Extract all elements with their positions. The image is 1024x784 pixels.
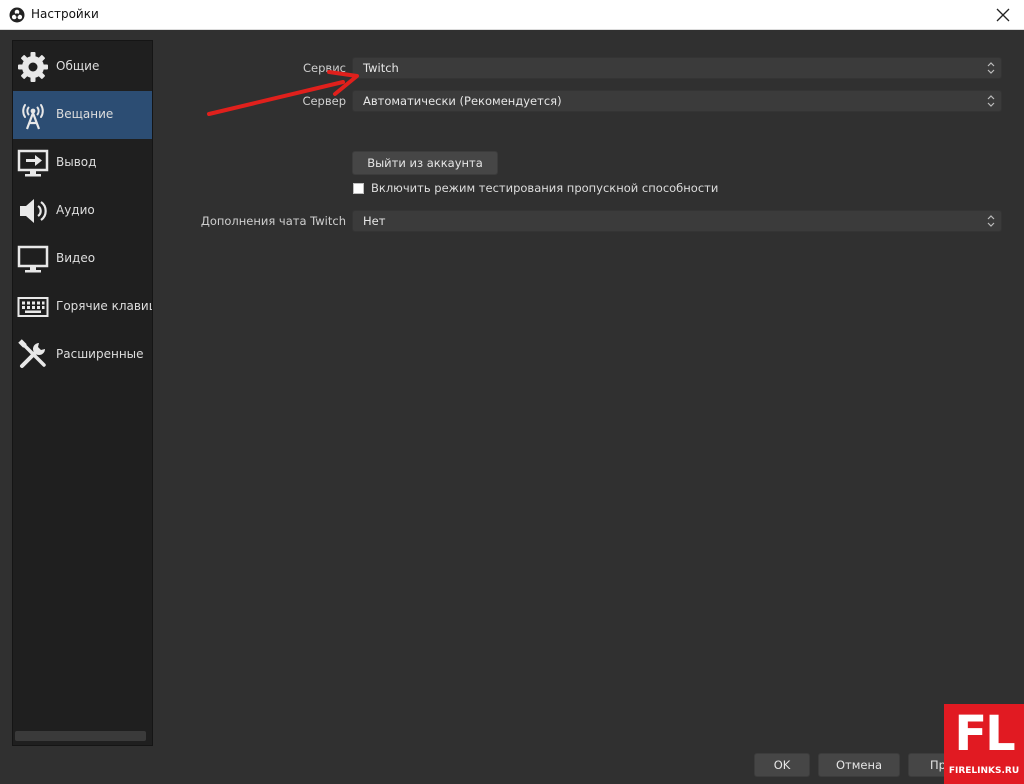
sidebar-item-output[interactable]: Вывод	[13, 139, 152, 187]
sidebar-item-hotkeys[interactable]: Горячие клавиши	[13, 283, 152, 331]
updown-arrows-icon	[987, 95, 995, 107]
sidebar-horizontal-scrollbar[interactable]	[15, 731, 146, 741]
settings-window: Настройки Общие Вещание Вывод Аудио Виде…	[0, 0, 1024, 784]
broadcast-icon	[22, 104, 44, 130]
sidebar-item-stream[interactable]: Вещание	[13, 91, 152, 139]
service-select[interactable]: Twitch	[352, 57, 1002, 79]
watermark-site-text: FIRELINKS.RU	[948, 766, 1020, 776]
tools-icon	[18, 339, 46, 368]
sidebar-item-label: Расширенные	[56, 347, 144, 361]
sidebar-item-label: Общие	[56, 59, 100, 73]
chat-addons-select[interactable]: Нет	[352, 210, 1002, 232]
sidebar-item-advanced[interactable]: Расширенные	[13, 331, 152, 379]
updown-arrows-icon	[987, 62, 995, 74]
server-value: Автоматически (Рекомендуется)	[363, 94, 562, 108]
sidebar-item-label: Вывод	[56, 155, 97, 169]
title-bar: Настройки	[0, 0, 1024, 30]
sidebar-item-video[interactable]: Видео	[13, 235, 152, 283]
service-value: Twitch	[363, 61, 399, 75]
bandwidth-test-checkbox[interactable]	[353, 183, 364, 194]
bandwidth-test-label: Включить режим тестирования пропускной с…	[371, 181, 719, 195]
red-annotation-arrow	[207, 70, 359, 116]
sidebar-item-label: Аудио	[56, 203, 95, 217]
chat-addons-label: Дополнения чата Twitch	[200, 214, 346, 228]
speaker-icon	[20, 199, 47, 223]
close-icon	[996, 8, 1010, 22]
obs-logo-icon	[9, 7, 25, 23]
window-title: Настройки	[31, 7, 99, 21]
logout-button[interactable]: Выйти из аккаунта	[352, 151, 498, 175]
sidebar-item-audio[interactable]: Аудио	[13, 187, 152, 235]
sidebar-item-label: Вещание	[56, 107, 114, 121]
sidebar-item-label: Горячие клавиши	[56, 299, 152, 313]
output-icon	[17, 149, 49, 177]
sidebar-item-label: Видео	[56, 251, 96, 265]
ok-button[interactable]: OK	[754, 753, 810, 777]
chat-addons-value: Нет	[363, 214, 386, 228]
cancel-button[interactable]: Отмена	[818, 753, 900, 777]
keyboard-icon	[17, 297, 49, 317]
gear-icon	[18, 52, 48, 82]
monitor-icon	[17, 245, 49, 273]
watermark-logo-text: FL	[954, 706, 1015, 762]
server-select[interactable]: Автоматически (Рекомендуется)	[352, 90, 1002, 112]
close-button[interactable]	[992, 4, 1014, 26]
firelinks-watermark: FL FIRELINKS.RU	[944, 704, 1024, 784]
settings-sidebar: Общие Вещание Вывод Аудио Видео Горячие …	[12, 40, 153, 746]
updown-arrows-icon	[987, 215, 995, 227]
sidebar-item-general[interactable]: Общие	[13, 43, 152, 91]
